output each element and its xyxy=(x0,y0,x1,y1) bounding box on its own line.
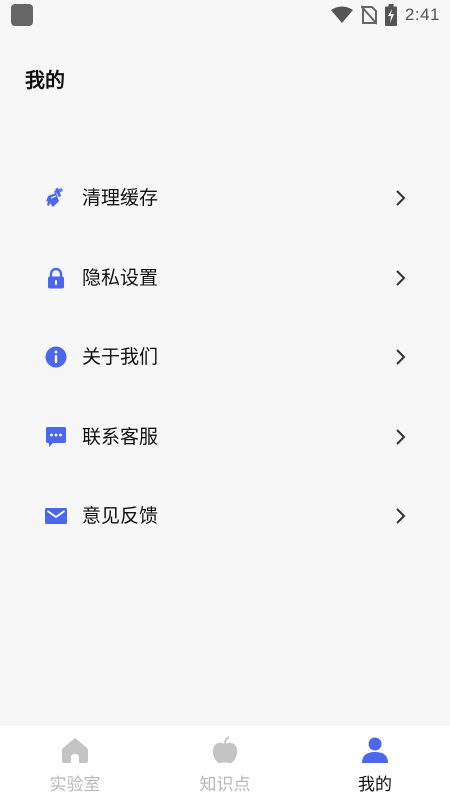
settings-menu: 清理缓存 隐私设置 关于我们 联系客服 意见反馈 xyxy=(0,159,450,557)
chat-icon xyxy=(46,426,66,447)
tab-label: 我的 xyxy=(358,775,392,795)
signal-off-icon xyxy=(360,5,377,25)
tab-mine[interactable]: 我的 xyxy=(300,726,450,800)
chevron-right-icon xyxy=(396,190,406,206)
menu-item-about[interactable]: 关于我们 xyxy=(0,318,450,398)
status-icons: 2:41 xyxy=(330,4,440,26)
menu-item-clear-cache[interactable]: 清理缓存 xyxy=(0,159,450,239)
chevron-right-icon xyxy=(396,349,406,365)
status-time: 2:41 xyxy=(404,5,440,24)
apple-icon xyxy=(212,736,238,764)
chevron-right-icon xyxy=(396,508,406,524)
wifi-icon xyxy=(330,6,353,23)
page-title: 我的 xyxy=(25,68,65,92)
menu-item-label: 意见反馈 xyxy=(82,505,159,527)
menu-item-label: 清理缓存 xyxy=(82,187,159,209)
app-notification-icon xyxy=(11,4,33,26)
menu-item-label: 隐私设置 xyxy=(82,266,159,289)
lock-icon xyxy=(48,267,64,288)
tab-label: 知识点 xyxy=(199,775,251,795)
menu-item-customer-service[interactable]: 联系客服 xyxy=(0,398,450,478)
user-icon xyxy=(362,737,388,763)
tab-knowledge[interactable]: 知识点 xyxy=(150,726,300,800)
status-bar: 2:41 xyxy=(0,0,450,30)
mail-icon xyxy=(45,508,67,524)
battery-charging-icon xyxy=(384,4,397,26)
info-icon xyxy=(45,346,67,368)
tab-label: 实验室 xyxy=(49,775,101,795)
bottom-tab-bar: 实验室 知识点 我的 xyxy=(0,726,450,800)
menu-item-feedback[interactable]: 意见反馈 xyxy=(0,477,450,557)
home-icon xyxy=(62,738,88,763)
menu-item-label: 关于我们 xyxy=(82,346,159,368)
menu-item-privacy[interactable]: 隐私设置 xyxy=(0,239,450,319)
tab-lab[interactable]: 实验室 xyxy=(0,726,150,800)
chevron-right-icon xyxy=(396,269,406,286)
chevron-right-icon xyxy=(396,428,406,445)
broom-icon xyxy=(46,188,63,207)
menu-item-label: 联系客服 xyxy=(82,425,159,448)
